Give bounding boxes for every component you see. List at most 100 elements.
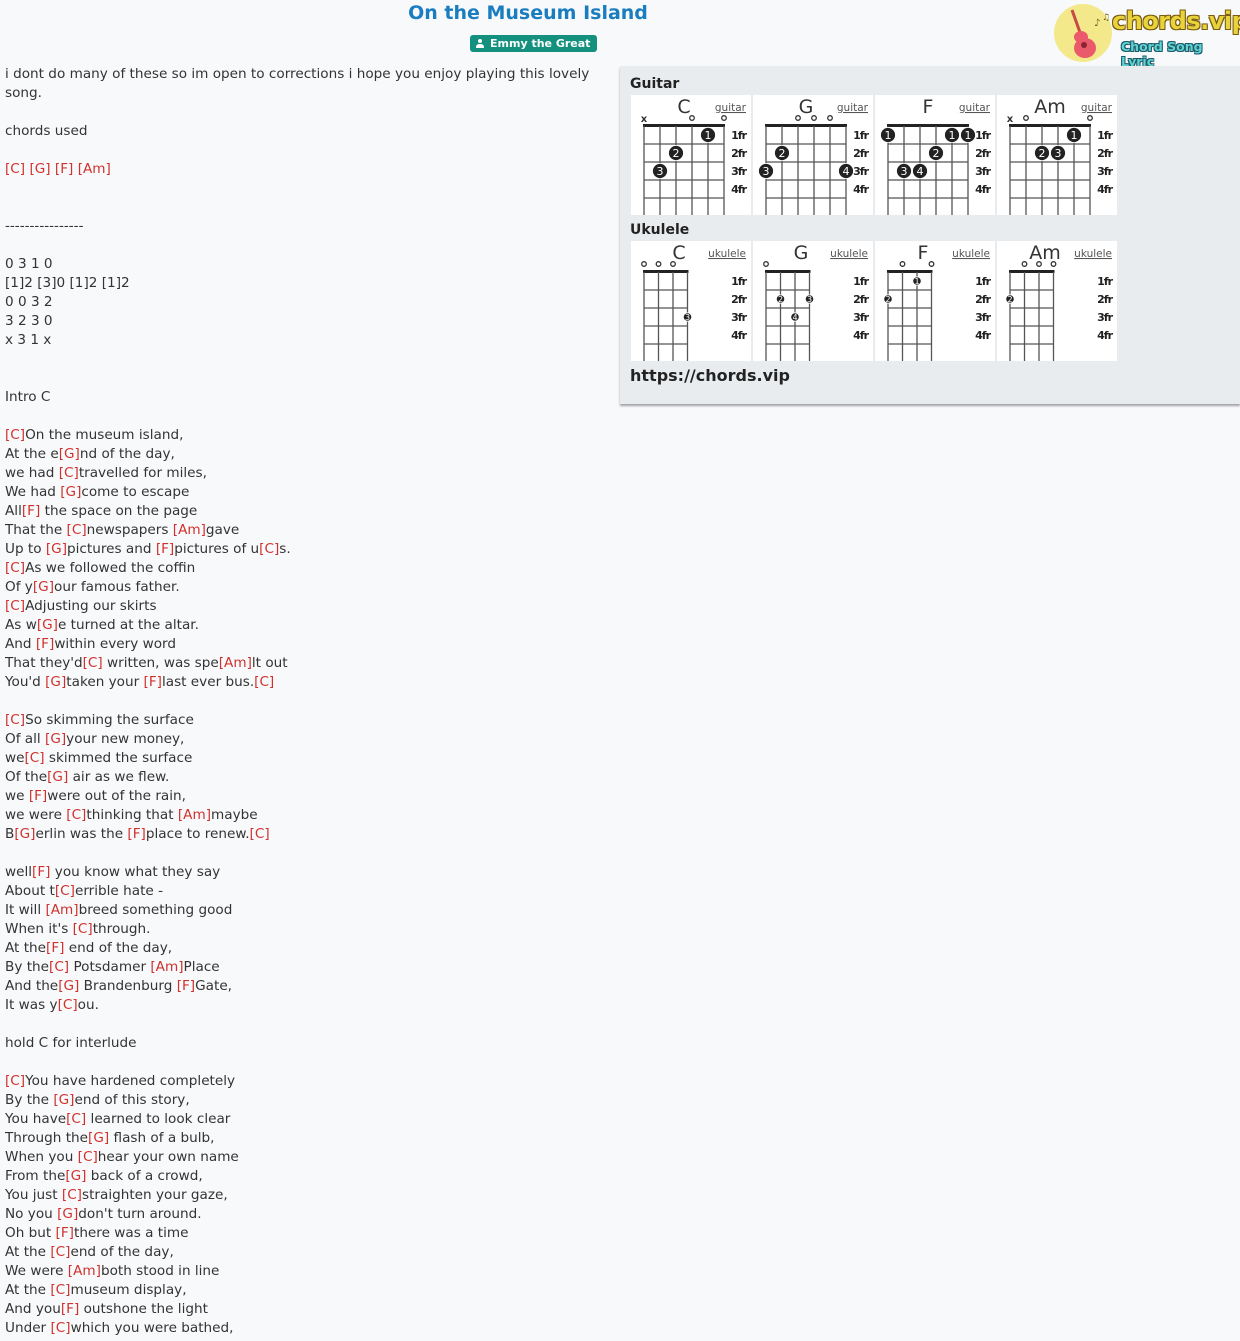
chord-token[interactable]: [G]	[33, 579, 54, 595]
instrument-link[interactable]: ukulele	[830, 248, 868, 260]
chord-token[interactable]: [F]	[127, 826, 145, 842]
lyric-line: [C]On the museum island,	[5, 427, 184, 443]
chord-token[interactable]: [G]	[57, 1206, 78, 1222]
chord-token[interactable]: [C]	[50, 1282, 70, 1298]
chord-token[interactable]: [F]	[55, 161, 73, 177]
guitar-icon: ♪ ♫	[1070, 9, 1110, 58]
guitar-chord-C[interactable]: Cguitar 1fr 2fr 3fr 4fr x 1 2 3	[631, 95, 751, 215]
chord-token[interactable]: [F]	[46, 940, 64, 956]
ukulele-chord-G[interactable]: Gukulele 1fr 2fr 3fr 4fr 2 3 4	[753, 241, 873, 361]
chord-token[interactable]: [C]	[55, 883, 75, 899]
fret-number-label: 1fr	[975, 129, 991, 142]
chord-token[interactable]: [G]	[37, 617, 58, 633]
chord-token[interactable]: [C]	[66, 807, 86, 823]
chord-token[interactable]: [Am]	[173, 522, 206, 538]
instrument-link[interactable]: guitar	[715, 102, 747, 114]
chord-token[interactable]: [G]	[14, 826, 35, 842]
nut	[765, 270, 811, 273]
chord-token[interactable]: [G]	[60, 484, 81, 500]
chord-token[interactable]: [C]	[66, 1111, 86, 1127]
lyric-line: x 3 1 x	[5, 332, 52, 348]
logo-brand: chords.vip	[1112, 7, 1240, 35]
chord-token[interactable]: [C]	[50, 1244, 70, 1260]
chord-token[interactable]: [C]	[78, 1149, 98, 1165]
fret-number-label: 4fr	[853, 329, 869, 342]
chord-token[interactable]: [G]	[65, 1168, 86, 1184]
chord-token[interactable]: [C]	[5, 161, 25, 177]
chord-token[interactable]: [G]	[58, 978, 79, 994]
instrument-link[interactable]: ukulele	[952, 248, 990, 260]
chord-token[interactable]: [C]	[5, 560, 25, 576]
chord-token[interactable]: [G]	[59, 446, 80, 462]
instrument-link[interactable]: guitar	[837, 102, 869, 114]
chord-token[interactable]: [F]	[177, 978, 195, 994]
guitar-chord-Am[interactable]: Am guitar 1fr 2fr 3fr 4fr x 1 2 3	[997, 95, 1117, 215]
guitar-chord-G[interactable]: Gguitar 1fr 2fr 3fr 4fr 2 3 4	[753, 95, 873, 215]
chord-token[interactable]: [Am]	[78, 161, 111, 177]
chord-token[interactable]: [F]	[156, 541, 174, 557]
instrument-link[interactable]: ukulele	[1074, 248, 1112, 260]
chord-token[interactable]: [F]	[144, 674, 162, 690]
chord-token[interactable]: [C]	[49, 959, 69, 975]
chord-token[interactable]: [Am]	[219, 655, 252, 671]
guitar-chord-F[interactable]: Fguitar 1fr 2fr 3fr 4fr 1 1 1 2 3 4	[875, 95, 995, 215]
ukulele-chord-Am[interactable]: Am ukulele 1fr 2fr 3fr 4fr 2	[997, 241, 1117, 361]
site-url-link[interactable]: https://chords.vip	[630, 366, 790, 385]
finger-number: 1	[1071, 129, 1078, 142]
instrument-link[interactable]: guitar	[959, 102, 991, 114]
chord-token[interactable]: [C]	[50, 1320, 70, 1336]
fret-number-label: 1fr	[975, 275, 991, 288]
open-string-marker	[763, 261, 769, 267]
logo-tagline: Chord Song Lyric	[1121, 39, 1203, 69]
instrument-link[interactable]: guitar	[1081, 102, 1113, 114]
chord-token[interactable]: [C]	[259, 541, 279, 557]
lyric-line: we [F]were out of the rain,	[5, 788, 186, 804]
chord-token[interactable]: [C]	[250, 826, 270, 842]
site-logo[interactable]: ♪ ♫ chords.vip Chord Song Lyric	[1054, 3, 1240, 69]
chord-token[interactable]: [G]	[53, 1092, 74, 1108]
chord-token[interactable]: [G]	[45, 731, 66, 747]
chord-token[interactable]: [G]	[29, 161, 50, 177]
fret-number-label: 3fr	[975, 165, 991, 178]
chord-token[interactable]: [C]	[62, 1187, 82, 1203]
chord-token[interactable]: [C]	[5, 712, 25, 728]
finger-number: 4	[843, 165, 850, 178]
chord-token[interactable]: [F]	[61, 1301, 79, 1317]
chord-token[interactable]: [C]	[24, 750, 44, 766]
chord-token[interactable]: [F]	[32, 864, 50, 880]
chord-token[interactable]: [Am]	[178, 807, 211, 823]
chord-token[interactable]: [Am]	[45, 902, 78, 918]
ukulele-chord-F[interactable]: Fukulele 1fr 2fr 3fr 4fr 1 2	[875, 241, 995, 361]
chord-token[interactable]: [G]	[45, 674, 66, 690]
chord-token[interactable]: [F]	[22, 503, 40, 519]
chord-token[interactable]: [G]	[47, 769, 68, 785]
chord-token[interactable]: [C]	[5, 427, 25, 443]
chord-token[interactable]: [F]	[36, 636, 54, 652]
chord-token[interactable]: [Am]	[68, 1263, 101, 1279]
chord-token[interactable]: [Am]	[150, 959, 183, 975]
ukulele-chord-C[interactable]: Cukulele 1fr 2fr 3fr 4fr 3	[631, 241, 751, 361]
chord-token[interactable]: [C]	[5, 598, 25, 614]
chord-token[interactable]: [F]	[29, 788, 47, 804]
chord-token[interactable]: [C]	[73, 921, 93, 937]
chord-token[interactable]: [G]	[88, 1130, 109, 1146]
chord-token[interactable]: [C]	[254, 674, 274, 690]
lyric-line: You'd [G]taken your [F]last ever bus.[C]	[5, 674, 275, 690]
chord-token[interactable]: [C]	[5, 1073, 25, 1089]
lyric-line: Intro C	[5, 389, 51, 405]
finger-number: 4	[917, 165, 924, 178]
chord-token[interactable]: [C]	[58, 997, 78, 1013]
chord-diagram-svg: Am ukulele 1fr 2fr 3fr 4fr 2	[1005, 242, 1115, 361]
finger-number: 2	[673, 147, 680, 160]
artist-badge[interactable]: Emmy the Great	[470, 35, 598, 52]
chord-token[interactable]: [G]	[46, 541, 67, 557]
lyric-line	[5, 369, 600, 388]
finger-number: 1	[965, 129, 972, 142]
fret-number-label: 1fr	[853, 275, 869, 288]
chord-token[interactable]: [F]	[56, 1225, 74, 1241]
chord-token[interactable]: [C]	[59, 465, 79, 481]
instrument-link[interactable]: ukulele	[708, 248, 746, 260]
fret-number-label: 2fr	[975, 293, 991, 306]
chord-token[interactable]: [C]	[67, 522, 87, 538]
chord-token[interactable]: [C]	[83, 655, 103, 671]
